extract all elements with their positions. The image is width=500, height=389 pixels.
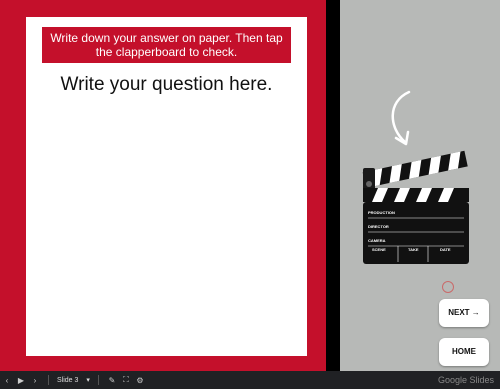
pen-icon[interactable]: ✎: [105, 371, 119, 389]
curved-arrow-icon: [391, 90, 411, 146]
clapperboard-button[interactable]: PRODUCTION DIRECTOR CAMERA SCENE TAKE DA…: [360, 150, 472, 265]
scene-label: SCENE: [372, 247, 386, 252]
presentation-toolbar: ‹ ▶ › Slide 3 ▾ ✎ ⛶ ⚙ Google Slides: [0, 371, 500, 389]
date-label: DATE: [440, 247, 451, 252]
home-button[interactable]: HOME: [439, 338, 489, 366]
slide-label: Slide 3: [57, 376, 79, 384]
play-icon[interactable]: ▶: [14, 371, 28, 389]
dropdown-icon: ▾: [86, 377, 90, 384]
production-label: PRODUCTION: [368, 210, 395, 215]
prev-icon[interactable]: ‹: [0, 371, 14, 389]
google-slides-brand: Google Slides: [437, 375, 494, 385]
settings-icon[interactable]: ⚙: [133, 371, 147, 389]
next-button[interactable]: NEXT →: [439, 299, 489, 327]
instruction-banner: Write down your answer on paper. Then ta…: [42, 27, 291, 63]
fullscreen-icon[interactable]: ⛶: [119, 371, 133, 389]
question-text: Write your question here.: [60, 74, 273, 95]
camera-label: CAMERA: [368, 238, 386, 243]
divider-strip: [326, 0, 340, 371]
slide-selector[interactable]: Slide 3 ▾: [55, 376, 92, 385]
slide-canvas: Write down your answer on paper. Then ta…: [0, 0, 500, 371]
toolbar-divider: [48, 375, 49, 385]
take-label: TAKE: [408, 247, 419, 252]
question-card: [26, 17, 307, 356]
cursor-indicator: [442, 281, 454, 293]
next-icon[interactable]: ›: [28, 371, 42, 389]
director-label: DIRECTOR: [368, 224, 389, 229]
toolbar-divider: [97, 375, 99, 385]
